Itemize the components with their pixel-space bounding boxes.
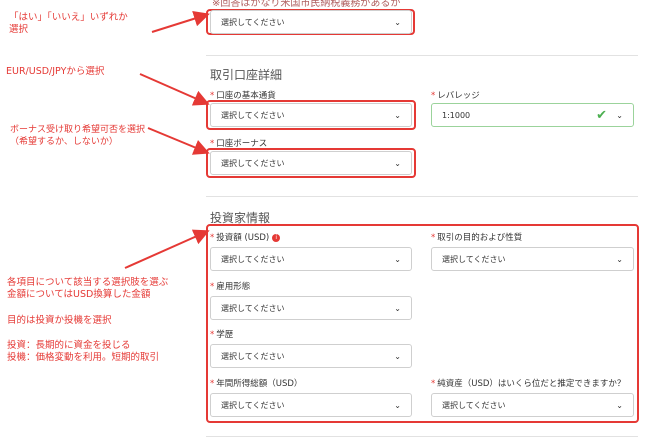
arrow-bonus	[147, 127, 210, 155]
net-worth-select[interactable]: 選択してください ⌄	[431, 393, 634, 417]
trade-purpose-select[interactable]: 選択してください ⌄	[431, 247, 634, 271]
label-employment: * 雇用形態	[210, 282, 251, 292]
annotation-currency: EUR/USD/JPYから選択	[6, 66, 105, 77]
select-value: 選択してください	[442, 254, 506, 264]
annotation-yes-no: 「はい」「いいえ」いずれか選択	[9, 12, 128, 35]
employment-select[interactable]: 選択してください ⌄	[210, 296, 412, 320]
leverage-select[interactable]: 1:1000 ✔ ⌄	[431, 103, 634, 127]
annotation-invest-def: 投資：長期的に資金を投じる	[7, 340, 131, 351]
chevron-down-icon: ⌄	[616, 400, 623, 410]
select-value: 選択してください	[221, 17, 285, 27]
annotation-bonus: ボーナス受け取り希望可否を選択（希望するか、しないか）	[10, 125, 146, 147]
label-annual-income: * 年間所得総額（USD）	[210, 379, 303, 389]
select-value: 選択してください	[221, 400, 285, 410]
select-value: 選択してください	[221, 158, 285, 168]
chevron-down-icon: ⌄	[394, 254, 401, 264]
select-value: 選択してください	[221, 110, 285, 120]
label-trade-purpose: * 取引の目的および性質	[431, 233, 523, 243]
info-icon: i	[272, 233, 281, 242]
label-investment-amount: * 投資額 (USD) i	[210, 231, 281, 243]
chevron-down-icon: ⌄	[394, 110, 401, 120]
chevron-down-icon: ⌄	[616, 254, 623, 264]
divider	[206, 436, 638, 437]
bonus-select[interactable]: 選択してください ⌄	[210, 151, 412, 175]
chevron-down-icon: ⌄	[394, 17, 401, 27]
education-select[interactable]: 選択してください ⌄	[210, 344, 412, 368]
arrow-investor	[124, 229, 210, 269]
select-value: 選択してください	[442, 400, 506, 410]
check-icon: ✔	[596, 107, 607, 123]
annotation-spec-def: 投機：価格変動を利用。短期的取引	[7, 352, 160, 363]
arrow-yes-no	[151, 10, 210, 33]
chevron-down-icon: ⌄	[394, 400, 401, 410]
divider	[206, 55, 638, 56]
us-taxpayer-select[interactable]: 選択してください ⌄	[210, 10, 412, 34]
annual-income-select[interactable]: 選択してください ⌄	[210, 393, 412, 417]
annotation-investor-1: 各項目について該当する選択肢を選ぶ	[7, 277, 169, 288]
chevron-down-icon: ⌄	[394, 351, 401, 361]
section-title-account: 取引口座詳細	[210, 68, 283, 82]
divider	[206, 196, 638, 197]
select-value: 1:1000	[442, 110, 471, 120]
arrow-currency	[139, 73, 210, 106]
annotation-purpose: 目的は投資か投機を選択	[7, 315, 112, 326]
chevron-down-icon: ⌄	[394, 158, 401, 168]
select-value: 選択してください	[221, 351, 285, 361]
investment-amount-select[interactable]: 選択してください ⌄	[210, 247, 412, 271]
select-value: 選択してください	[221, 303, 285, 313]
top-cut-label: ※回答はかなり米国市民納税義務があるか	[212, 0, 401, 9]
label-leverage: * レバレッジ	[431, 91, 480, 101]
chevron-down-icon: ⌄	[394, 303, 401, 313]
select-value: 選択してください	[221, 254, 285, 264]
annotation-investor-2: 金額についてはUSD換算した金額	[7, 289, 151, 300]
label-education: * 学歴	[210, 330, 234, 340]
chevron-down-icon: ⌄	[616, 110, 623, 120]
base-currency-select[interactable]: 選択してください ⌄	[210, 103, 412, 127]
label-net-worth: * 純資産（USD）はいくら位だと推定できますか？	[431, 379, 626, 389]
